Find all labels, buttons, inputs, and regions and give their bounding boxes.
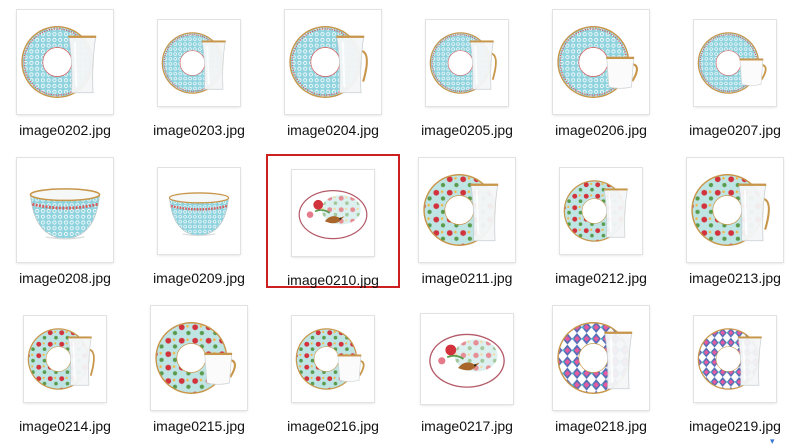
file-name-label: image0214.jpg	[19, 418, 111, 434]
tea-set-image	[27, 328, 95, 390]
file-item[interactable]: image0210.jpg	[266, 148, 400, 296]
file-item-frame: image0203.jpg	[132, 6, 266, 140]
file-item-frame: image0216.jpg	[266, 302, 400, 436]
file-grid: image0202.jpg image0203.jpg image0204.jpg i…	[0, 0, 794, 446]
file-name-label: image0215.jpg	[153, 418, 245, 434]
tea-set-image	[21, 26, 97, 98]
file-item-frame: image0219.jpg	[668, 302, 796, 436]
file-name-label: image0210.jpg	[287, 272, 379, 288]
file-item[interactable]: image0207.jpg	[668, 0, 796, 148]
file-name-label: image0202.jpg	[19, 122, 111, 138]
tea-set-image	[697, 328, 762, 390]
scroll-down-icon[interactable]: ▾	[770, 437, 778, 446]
file-name-label: image0212.jpg	[555, 270, 647, 286]
file-item-frame: image0207.jpg	[668, 6, 796, 140]
file-item-frame: image0213.jpg	[668, 154, 796, 288]
file-item[interactable]: image0216.jpg	[266, 296, 400, 444]
file-thumbnail	[292, 170, 374, 256]
file-name-label: image0203.jpg	[153, 122, 245, 138]
file-thumbnail	[560, 168, 642, 254]
file-name-label: image0209.jpg	[153, 270, 245, 286]
file-name-label: image0217.jpg	[421, 418, 513, 434]
tea-set-image	[429, 32, 497, 94]
file-thumbnail	[426, 20, 508, 106]
tea-set-image	[697, 32, 767, 94]
file-item[interactable]: image0211.jpg	[400, 148, 534, 296]
file-item-frame: image0211.jpg	[400, 154, 534, 288]
file-name-label: image0207.jpg	[689, 122, 781, 138]
file-item[interactable]: image0218.jpg	[534, 296, 668, 444]
file-item[interactable]: image0205.jpg	[400, 0, 534, 148]
file-name-label: image0208.jpg	[19, 270, 111, 286]
file-item[interactable]: image0206.jpg	[534, 0, 668, 148]
file-item[interactable]: image0215.jpg	[132, 296, 266, 444]
file-item[interactable]: image0209.jpg	[132, 148, 266, 296]
file-item[interactable]: image0219.jpg	[668, 296, 796, 444]
file-item[interactable]: image0214.jpg	[0, 296, 132, 444]
file-item[interactable]: image0208.jpg	[0, 148, 132, 296]
file-thumbnail	[292, 316, 374, 402]
tea-set-image	[168, 192, 230, 237]
tea-set-image	[298, 190, 368, 240]
tea-set-image	[29, 188, 101, 240]
tea-set-image	[429, 333, 505, 388]
file-thumbnail	[553, 10, 649, 114]
file-item[interactable]: image0212.jpg	[534, 148, 668, 296]
file-item-frame: image0209.jpg	[132, 154, 266, 288]
file-item-frame: image0204.jpg	[266, 6, 400, 140]
file-item[interactable]: image0204.jpg	[266, 0, 400, 148]
file-name-label: image0206.jpg	[555, 122, 647, 138]
file-thumbnail	[151, 306, 247, 410]
file-thumbnail	[694, 20, 776, 106]
tea-set-image	[155, 322, 237, 394]
file-item-frame: image0214.jpg	[0, 302, 132, 436]
tea-set-image	[289, 26, 368, 98]
file-thumbnail	[158, 20, 240, 106]
file-item-frame: image0206.jpg	[534, 6, 668, 140]
file-name-label: image0213.jpg	[689, 270, 781, 286]
file-name-label: image0211.jpg	[421, 270, 513, 286]
file-thumbnail	[17, 158, 113, 262]
file-name-label: image0205.jpg	[421, 122, 513, 138]
tea-set-image	[557, 26, 639, 98]
tea-set-image	[423, 174, 499, 246]
tea-set-image	[557, 322, 633, 394]
tea-set-image	[563, 180, 628, 242]
file-item-frame: image0202.jpg	[0, 6, 132, 140]
tea-set-image	[691, 174, 770, 246]
file-item[interactable]: image0202.jpg	[0, 0, 132, 148]
file-item[interactable]: image0217.jpg	[400, 296, 534, 444]
file-thumbnail	[17, 10, 113, 114]
file-thumbnail	[24, 316, 106, 402]
file-item-frame: image0212.jpg	[534, 154, 668, 288]
tea-set-image	[295, 328, 365, 390]
file-thumbnail	[694, 316, 776, 402]
file-item-frame: image0217.jpg	[400, 302, 534, 436]
file-name-label: image0218.jpg	[555, 418, 647, 434]
tea-set-image	[161, 32, 226, 94]
file-thumbnail	[553, 306, 649, 410]
file-thumbnail	[158, 168, 240, 254]
file-thumbnail	[285, 10, 381, 114]
file-thumbnail	[419, 158, 515, 262]
file-item-frame: image0205.jpg	[400, 6, 534, 140]
file-thumbnail	[421, 314, 513, 404]
file-name-label: image0219.jpg	[689, 418, 781, 434]
file-item-frame: image0218.jpg	[534, 302, 668, 436]
file-name-label: image0204.jpg	[287, 122, 379, 138]
file-name-label: image0216.jpg	[287, 418, 379, 434]
file-item-frame: image0208.jpg	[0, 154, 132, 288]
file-thumbnail	[687, 158, 783, 262]
selection-frame: image0210.jpg	[266, 154, 400, 288]
file-item-frame: image0215.jpg	[132, 302, 266, 436]
file-item[interactable]: image0203.jpg	[132, 0, 266, 148]
file-item[interactable]: image0213.jpg	[668, 148, 796, 296]
